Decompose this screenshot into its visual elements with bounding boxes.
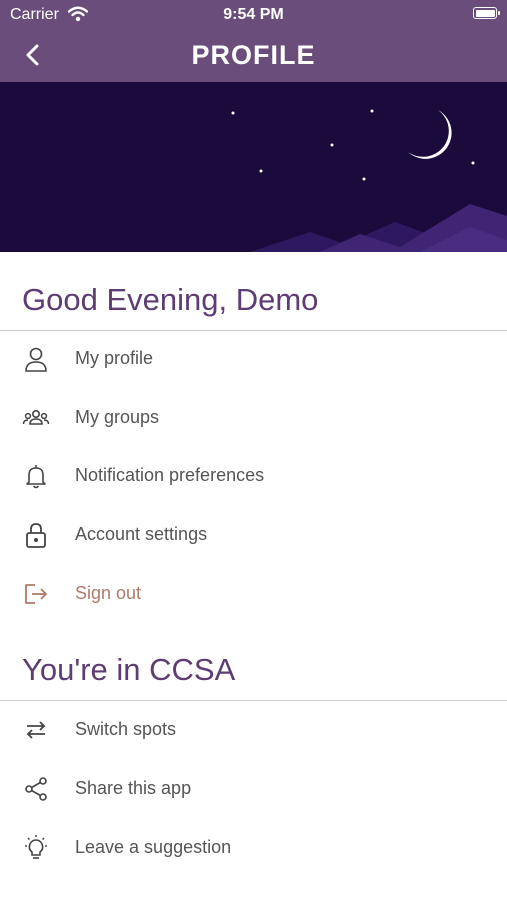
menu-item-label: Notification preferences bbox=[75, 465, 265, 485]
clock: 9:54 PM bbox=[223, 6, 284, 23]
battery-icon bbox=[473, 7, 500, 19]
menu-item-account-settings[interactable]: Account settings bbox=[0, 507, 507, 565]
menu-item-label: My profile bbox=[75, 348, 154, 368]
lock-icon bbox=[22, 521, 50, 549]
menu-item-label: Sign out bbox=[75, 583, 142, 603]
menu-item-my-profile[interactable]: My profile bbox=[0, 331, 507, 389]
menu-item-label: Leave a suggestion bbox=[75, 837, 232, 857]
status-bar: Carrier 9:54 PM bbox=[0, 0, 507, 30]
menu-item-notification-preferences[interactable]: Notification preferences bbox=[0, 448, 507, 506]
menu-item-leave-a-suggestion[interactable]: Leave a suggestion bbox=[0, 820, 507, 878]
menu-item-switch-spots[interactable]: Switch spots bbox=[0, 702, 507, 760]
menu-item-share-this-app[interactable]: Share this app bbox=[0, 761, 507, 819]
menu-item-label: Switch spots bbox=[75, 719, 177, 739]
share-icon bbox=[22, 775, 50, 803]
community-heading: You're in CCSA bbox=[22, 652, 236, 687]
menu-item-label: Share this app bbox=[75, 778, 192, 798]
menu-item-label: My groups bbox=[75, 407, 160, 427]
sign-out-icon bbox=[22, 580, 50, 608]
greeting-heading: Good Evening, Demo bbox=[22, 282, 319, 317]
page-title: PROFILE bbox=[191, 40, 316, 70]
swap-arrows-icon bbox=[22, 716, 50, 744]
group-icon bbox=[22, 404, 50, 432]
bell-icon bbox=[22, 462, 50, 490]
user-icon bbox=[22, 345, 50, 373]
menu-item-label: Account settings bbox=[75, 524, 208, 544]
lightbulb-icon bbox=[22, 834, 50, 862]
section-divider bbox=[0, 700, 507, 701]
night-sky-banner bbox=[0, 82, 507, 252]
menu-item-sign-out[interactable]: Sign out bbox=[0, 566, 507, 624]
menu-item-my-groups[interactable]: My groups bbox=[0, 390, 507, 448]
top-bar: Carrier 9:54 PM PROFILE bbox=[0, 0, 507, 82]
